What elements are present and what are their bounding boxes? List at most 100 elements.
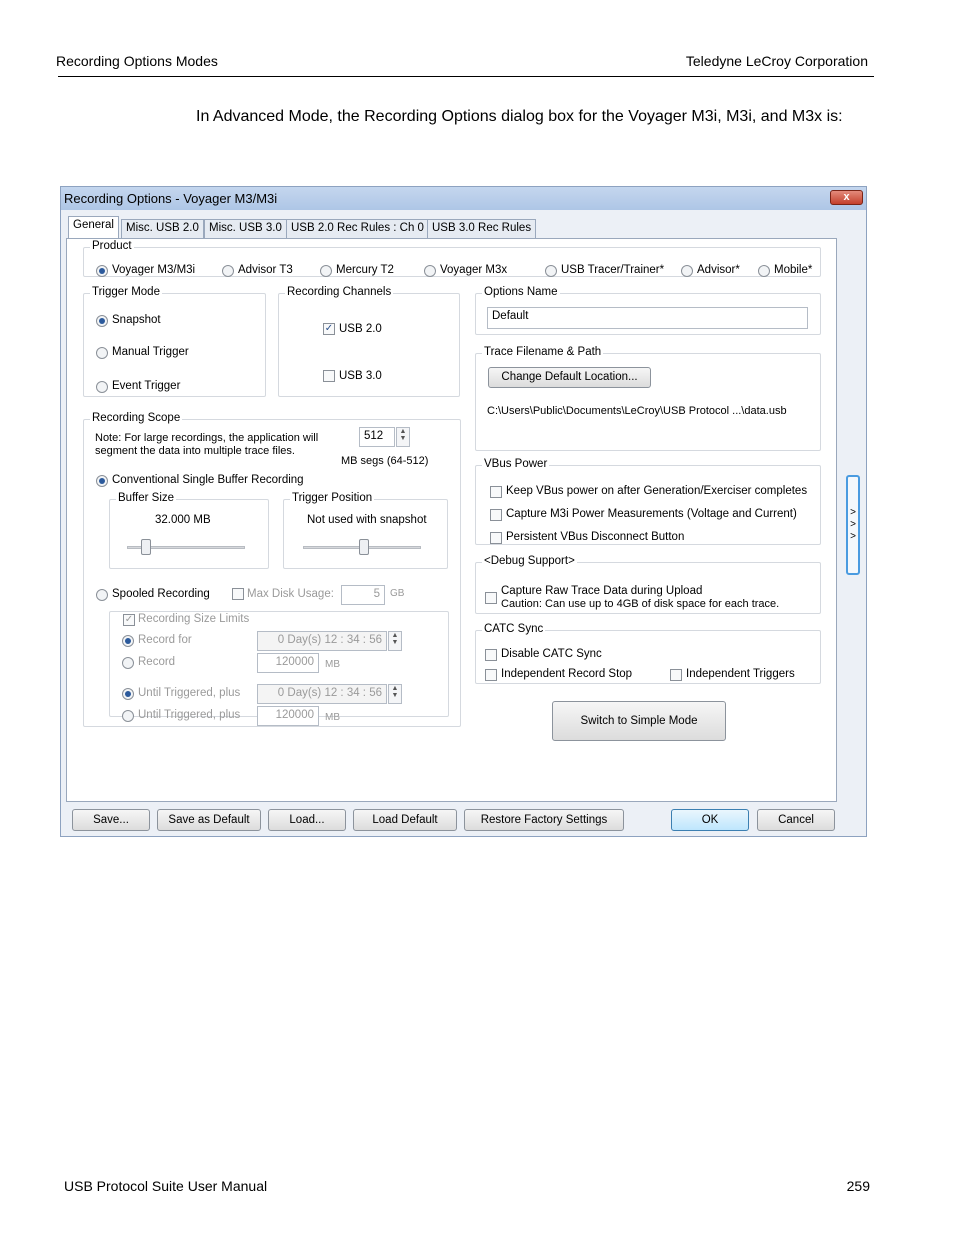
restore-factory-settings-button[interactable]: Restore Factory Settings bbox=[464, 809, 624, 831]
capture-raw-checkbox[interactable] bbox=[485, 592, 497, 604]
buffer-size-label: Buffer Size bbox=[116, 492, 177, 504]
ok-button[interactable]: OK bbox=[671, 809, 749, 831]
buffer-size-slider-thumb[interactable] bbox=[141, 539, 151, 555]
until-triggered-spinner[interactable]: ▲ ▼ bbox=[388, 684, 402, 704]
close-icon[interactable]: x bbox=[830, 190, 863, 205]
buffer-size-group bbox=[109, 499, 269, 569]
persistent-vbus-checkbox[interactable] bbox=[490, 532, 502, 544]
footer-title: USB Protocol Suite User Manual bbox=[64, 1178, 268, 1194]
record-size-radio[interactable] bbox=[122, 657, 134, 669]
buffer-size-value: 32.000 MB bbox=[155, 514, 211, 526]
product-label-voyager-m3x: Voyager M3x bbox=[440, 264, 508, 276]
product-label-advisor-t3: Advisor T3 bbox=[238, 264, 293, 276]
capture-power-label: Capture M3i Power Measurements (Voltage … bbox=[506, 508, 797, 520]
capture-power-checkbox[interactable] bbox=[490, 509, 502, 521]
segment-size-spinner[interactable]: ▲ ▼ bbox=[396, 427, 410, 447]
page-header-left: Recording Options Modes bbox=[56, 53, 218, 69]
options-name-input[interactable]: Default bbox=[487, 307, 808, 329]
usb3-channel-checkbox[interactable] bbox=[323, 370, 335, 382]
max-disk-input[interactable]: 5 bbox=[341, 585, 385, 605]
tab-usb3-rec-rules[interactable]: USB 3.0 Rec Rules bbox=[427, 219, 537, 238]
until-triggered-size-radio[interactable] bbox=[122, 710, 134, 722]
product-radio-advisor[interactable] bbox=[681, 265, 693, 277]
product-label-mercury-t2: Mercury T2 bbox=[336, 264, 394, 276]
until-triggered-time-input[interactable]: 0 Day(s) 12 : 34 : 56 bbox=[257, 684, 387, 704]
record-for-radio[interactable] bbox=[122, 635, 134, 647]
max-disk-label: Max Disk Usage: bbox=[247, 588, 334, 600]
trigger-radio-snapshot[interactable] bbox=[96, 315, 108, 327]
product-radio-voyager-m3x[interactable] bbox=[424, 265, 436, 277]
until-triggered-size-input[interactable]: 120000 bbox=[257, 706, 319, 726]
max-disk-checkbox[interactable] bbox=[232, 588, 244, 600]
save-as-default-button[interactable]: Save as Default bbox=[157, 809, 261, 831]
record-for-time-input[interactable]: 0 Day(s) 12 : 34 : 56 bbox=[257, 631, 387, 651]
product-radio-mobile[interactable] bbox=[758, 265, 770, 277]
load-button[interactable]: Load... bbox=[268, 809, 346, 831]
trigger-label-event: Event Trigger bbox=[112, 380, 181, 392]
conventional-recording-radio[interactable] bbox=[96, 475, 108, 487]
cancel-button[interactable]: Cancel bbox=[757, 809, 835, 831]
keep-vbus-checkbox[interactable] bbox=[490, 486, 502, 498]
record-size-label: Record bbox=[138, 656, 176, 668]
scope-note-line2: segment the data into multiple trace fil… bbox=[95, 445, 295, 457]
expand-panel-tab[interactable]: > > > bbox=[846, 475, 860, 575]
product-group-label: Product bbox=[90, 240, 134, 252]
trigger-position-label: Trigger Position bbox=[290, 492, 375, 504]
record-for-spinner[interactable]: ▲ ▼ bbox=[388, 631, 402, 651]
record-for-label: Record for bbox=[138, 634, 192, 646]
segment-size-unit: MB segs (64-512) bbox=[341, 455, 429, 467]
catc-sync-label: CATC Sync bbox=[482, 623, 546, 635]
switch-simple-mode-button[interactable]: Switch to Simple Mode bbox=[552, 701, 726, 741]
until-triggered-time-label: Until Triggered, plus bbox=[138, 687, 241, 699]
header-rule bbox=[58, 76, 874, 77]
load-default-button[interactable]: Load Default bbox=[353, 809, 457, 831]
until-triggered-time-radio[interactable] bbox=[122, 688, 134, 700]
persistent-vbus-label: Persistent VBus Disconnect Button bbox=[506, 531, 685, 543]
dialog-title: Recording Options - Voyager M3/M3i bbox=[64, 191, 278, 206]
dialog-title-bar: Recording Options - Voyager M3/M3i x bbox=[61, 187, 866, 210]
trigger-radio-event[interactable] bbox=[96, 381, 108, 393]
product-label-voyager-m3: Voyager M3/M3i bbox=[112, 264, 196, 276]
independent-stop-label: Independent Record Stop bbox=[501, 668, 633, 680]
recording-options-dialog: Recording Options - Voyager M3/M3i x Gen… bbox=[60, 186, 867, 837]
chevron-right-icon: > > > bbox=[850, 507, 856, 542]
segment-size-input[interactable]: 512 bbox=[359, 427, 395, 447]
max-disk-unit: GB bbox=[390, 588, 405, 599]
spooled-recording-radio[interactable] bbox=[96, 589, 108, 601]
size-limits-label: Recording Size Limits bbox=[138, 613, 250, 625]
save-button[interactable]: Save... bbox=[72, 809, 150, 831]
tab-general[interactable]: General bbox=[68, 216, 119, 239]
product-radio-usb-tracer[interactable] bbox=[545, 265, 557, 277]
record-size-input[interactable]: 120000 bbox=[257, 653, 319, 673]
product-radio-advisor-t3[interactable] bbox=[222, 265, 234, 277]
spooled-recording-label: Spooled Recording bbox=[112, 588, 210, 600]
page-number: 259 bbox=[846, 1178, 870, 1194]
scope-note-line1: Note: For large recordings, the applicat… bbox=[95, 432, 319, 444]
usb2-channel-checkbox[interactable]: ✓ bbox=[323, 323, 335, 335]
page-header-right: Teledyne LeCroy Corporation bbox=[685, 53, 868, 69]
recording-channels-label: Recording Channels bbox=[285, 286, 394, 298]
product-radio-mercury-t2[interactable] bbox=[320, 265, 332, 277]
change-default-location-button[interactable]: Change Default Location... bbox=[488, 367, 651, 388]
disable-catc-checkbox[interactable] bbox=[485, 649, 497, 661]
product-label-advisor: Advisor* bbox=[697, 264, 740, 276]
size-limits-checkbox[interactable]: ✓ bbox=[123, 614, 135, 626]
tab-misc-usb3[interactable]: Misc. USB 3.0 bbox=[204, 219, 287, 238]
until-triggered-size-unit: MB bbox=[325, 712, 340, 723]
trigger-radio-manual[interactable] bbox=[96, 347, 108, 359]
conventional-recording-label: Conventional Single Buffer Recording bbox=[112, 474, 304, 486]
record-size-unit: MB bbox=[325, 659, 340, 670]
independent-triggers-checkbox[interactable] bbox=[670, 669, 682, 681]
trace-filename-label: Trace Filename & Path bbox=[482, 346, 604, 358]
product-radio-voyager-m3[interactable] bbox=[96, 265, 108, 277]
intro-paragraph: In Advanced Mode, the Recording Options … bbox=[196, 108, 843, 125]
disable-catc-label: Disable CATC Sync bbox=[501, 648, 602, 660]
usb2-channel-label: USB 2.0 bbox=[339, 323, 382, 335]
independent-stop-checkbox[interactable] bbox=[485, 669, 497, 681]
trigger-position-slider-thumb[interactable] bbox=[359, 539, 369, 555]
tab-usb2-rec-rules[interactable]: USB 2.0 Rec Rules : Ch 0 bbox=[286, 219, 429, 238]
tab-misc-usb2[interactable]: Misc. USB 2.0 bbox=[121, 219, 204, 238]
general-tab-panel: Product Voyager M3/M3i Advisor T3 Mercur… bbox=[66, 238, 837, 802]
trigger-label-manual: Manual Trigger bbox=[112, 346, 189, 358]
recording-scope-label: Recording Scope bbox=[90, 412, 183, 424]
